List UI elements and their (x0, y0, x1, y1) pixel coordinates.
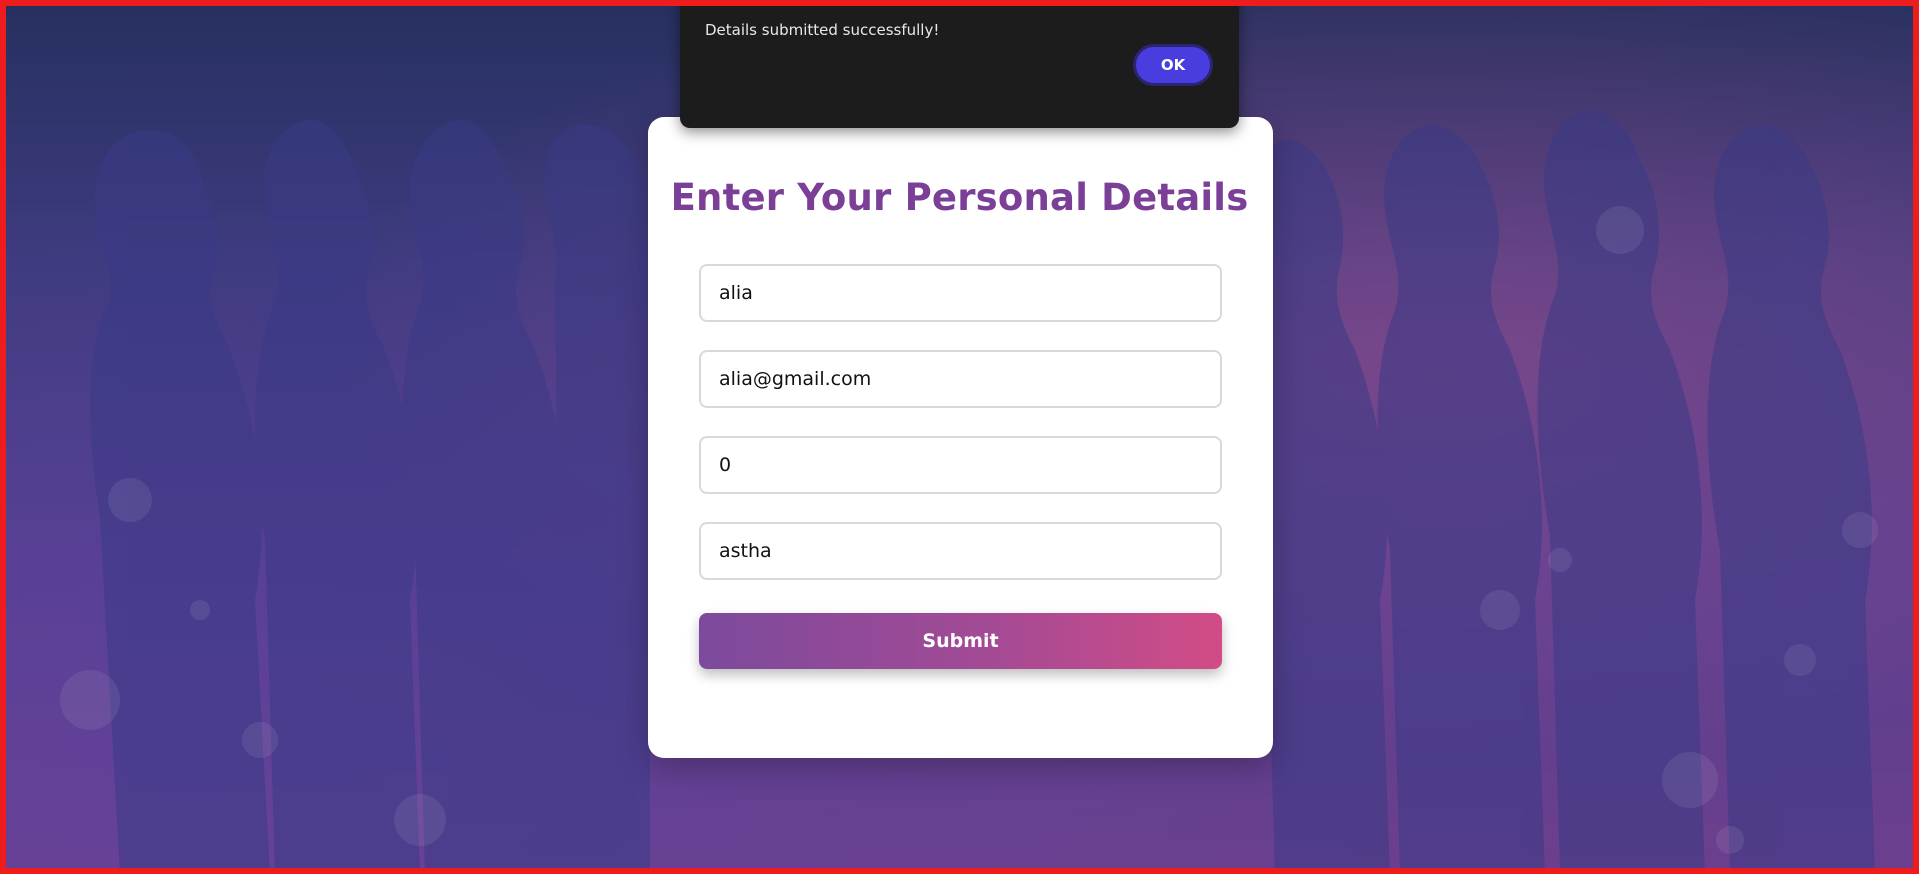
submit-button[interactable]: Submit (699, 613, 1222, 669)
alert-dialog: Details submitted successfully! OK (680, 0, 1239, 128)
form-title: Enter Your Personal Details (670, 176, 1249, 219)
name-field[interactable]: alia (699, 264, 1222, 322)
email-field[interactable]: alia@gmail.com (699, 350, 1222, 408)
phone-field[interactable]: 0 (699, 436, 1222, 494)
ok-button[interactable]: OK (1133, 44, 1213, 86)
dialog-message: Details submitted successfully! (705, 21, 940, 39)
city-field[interactable]: astha (699, 522, 1222, 580)
